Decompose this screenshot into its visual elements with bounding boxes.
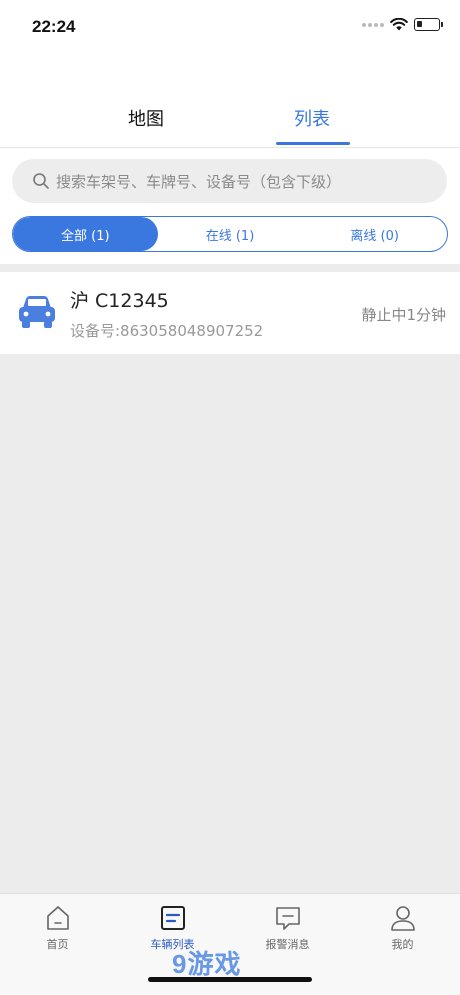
watermark: 9游戏	[172, 949, 242, 979]
user-icon	[390, 906, 415, 931]
section-gap	[0, 264, 460, 272]
search-placeholder: 搜索车架号、车牌号、设备号（包含下级）	[56, 172, 342, 191]
nav-alarm-messages[interactable]: 报警消息	[230, 904, 345, 952]
search-icon	[33, 173, 49, 189]
top-tabs: 地图 列表	[0, 105, 460, 148]
search-input[interactable]: 搜索车架号、车牌号、设备号（包含下级）	[12, 159, 447, 203]
message-icon	[275, 907, 300, 930]
signal-icon	[362, 22, 384, 27]
filter-offline[interactable]: 离线 (0)	[302, 217, 447, 251]
filter-all[interactable]: 全部 (1)	[13, 217, 158, 251]
filter-segment: 全部 (1) 在线 (1) 离线 (0)	[12, 216, 448, 252]
nav-profile[interactable]: 我的	[345, 904, 460, 952]
battery-icon	[414, 18, 443, 31]
home-indicator	[148, 977, 312, 982]
nav-home-label: 首页	[46, 938, 69, 951]
nav-home[interactable]: 首页	[0, 904, 115, 952]
status-bar: 22:24	[0, 0, 460, 60]
search-section: 搜索车架号、车牌号、设备号（包含下级） 全部 (1) 在线 (1) 离线 (0)	[0, 148, 460, 264]
tab-list[interactable]: 列表	[252, 105, 372, 131]
header: 地图 列表	[0, 60, 460, 148]
status-time: 22:24	[32, 17, 76, 36]
nav-alarm-messages-label: 报警消息	[265, 938, 310, 951]
vehicle-status: 静止中1分钟	[361, 306, 446, 324]
filter-online[interactable]: 在线 (1)	[158, 217, 303, 251]
list-icon	[160, 906, 185, 930]
tab-active-indicator	[276, 142, 350, 145]
nav-profile-label: 我的	[391, 938, 414, 951]
home-icon	[46, 906, 69, 930]
tab-map[interactable]: 地图	[86, 105, 206, 131]
status-icons	[362, 18, 443, 31]
list-item[interactable]: 沪 C12345 设备号:863058048907252 静止中1分钟	[0, 272, 460, 354]
device-number: 设备号:863058048907252	[70, 322, 264, 340]
plate-number: 沪 C12345	[70, 290, 169, 312]
wifi-icon	[390, 18, 408, 31]
car-icon	[19, 296, 55, 328]
